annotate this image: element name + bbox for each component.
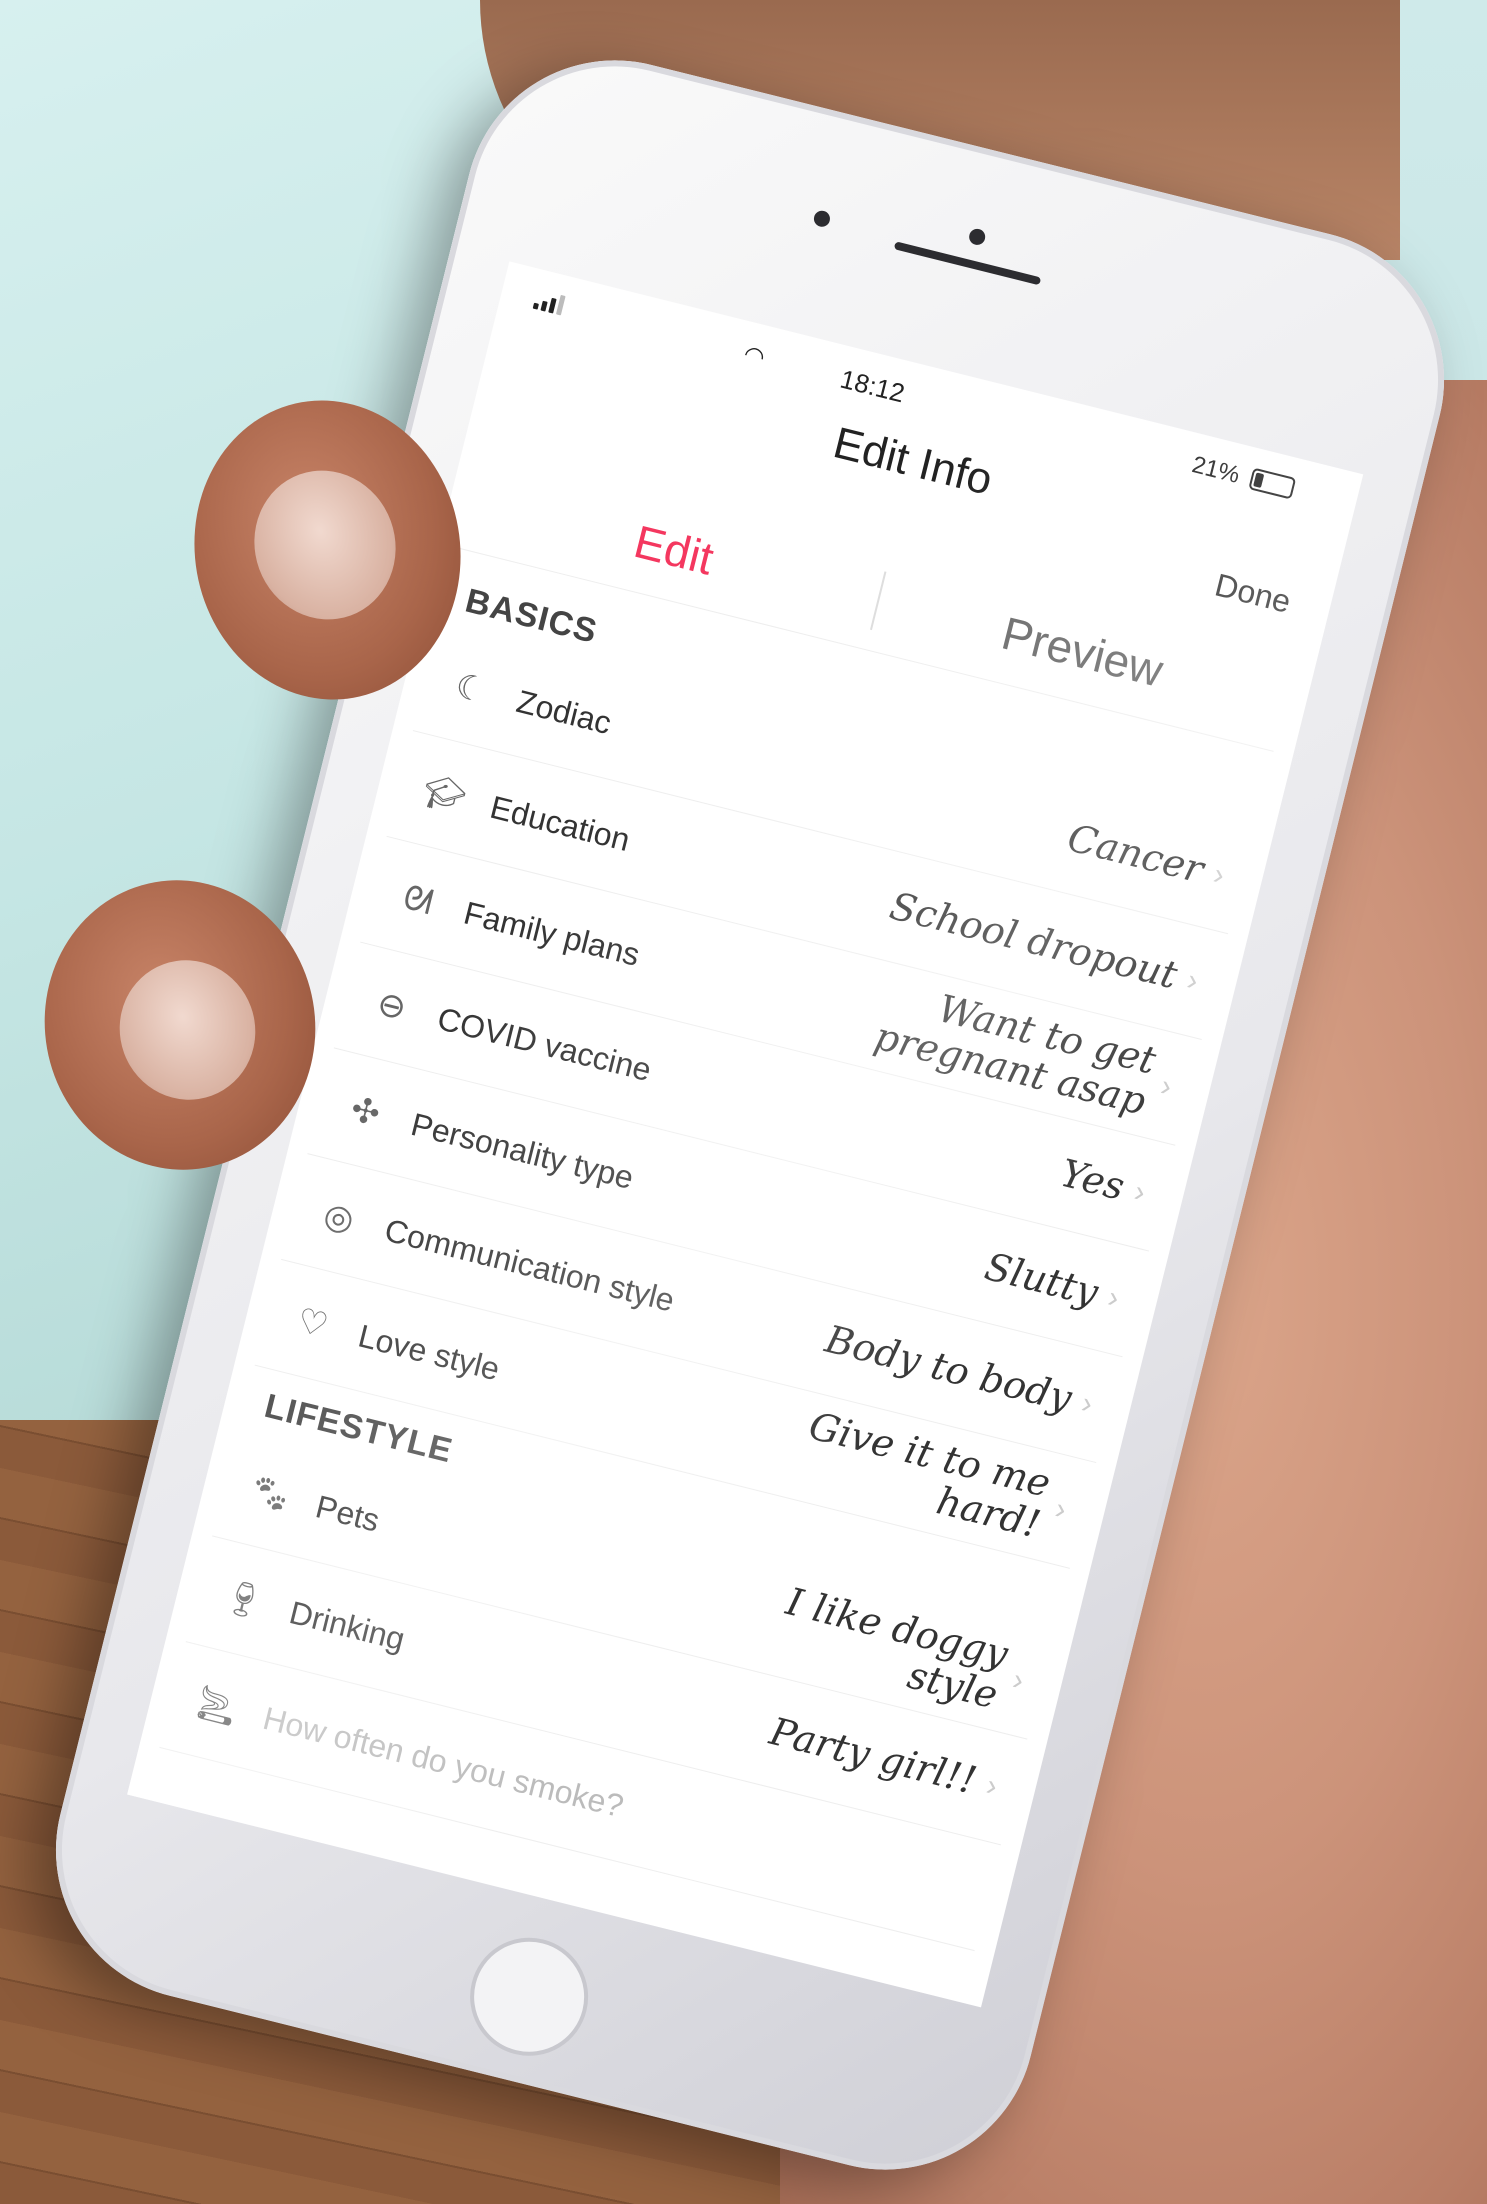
row-value: Party girl!! [765, 1709, 981, 1803]
stork-icon: ᘛ [399, 877, 437, 922]
smoking-icon: 🚬︎ [191, 1682, 243, 1730]
chevron-right-icon: › [1051, 1492, 1070, 1527]
row-value: Yes [1056, 1150, 1129, 1209]
chevron-right-icon: › [1183, 963, 1202, 998]
wifi-icon: ◠ [740, 340, 768, 372]
moon-icon: ☾ [451, 666, 491, 711]
heart-bubble-icon: ♡ [293, 1301, 332, 1346]
chat-bubble-icon: ◎ [319, 1195, 358, 1240]
row-value: Cancer [1063, 815, 1208, 892]
row-value: Slutty [980, 1244, 1103, 1315]
puzzle-icon: ✣ [346, 1089, 384, 1134]
chevron-right-icon: › [1078, 1386, 1097, 1421]
battery-icon [1248, 467, 1297, 500]
chevron-right-icon: › [1009, 1662, 1028, 1698]
battery-percentage: 21% [1189, 451, 1243, 489]
proximity-sensor [967, 227, 987, 247]
status-time: 18:12 [837, 363, 908, 409]
wine-glass-icon: 🍷︎ [218, 1576, 270, 1624]
chevron-right-icon: › [1104, 1280, 1123, 1316]
chevron-right-icon: › [1157, 1069, 1176, 1104]
chevron-right-icon: › [1131, 1174, 1149, 1210]
chevron-right-icon: › [1210, 857, 1228, 893]
graduation-cap-icon: 🎓︎ [418, 770, 470, 819]
home-button[interactable] [457, 1925, 601, 2069]
signal-icon [532, 289, 566, 316]
front-camera [812, 209, 832, 229]
chevron-right-icon: › [983, 1768, 1001, 1804]
paw-icon: 🐾︎ [244, 1470, 296, 1518]
earpiece-speaker [893, 241, 1042, 286]
vaccine-icon: ⊖ [373, 984, 411, 1028]
